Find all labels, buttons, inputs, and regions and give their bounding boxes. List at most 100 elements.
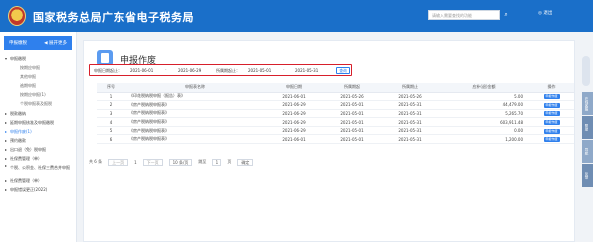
sidebar-item[interactable]: ▸ 预约缴款 <box>0 136 76 145</box>
sidebar-item-label: 延期申报核准及申报缴税 <box>10 119 54 125</box>
top-bar: 国家税务总局广东省电子税务局 请输入需要查找的功能 ⌕ ◎ 退出 <box>0 0 593 32</box>
cell-no: 1 <box>97 92 125 102</box>
declaration-table: 序号 申报表名称 申报日期 所属期起 所属期止 应补(退)金额 操作 1 《印花税纳税申报（报… <box>97 83 574 145</box>
sidebar-item[interactable]: 按期应申报 <box>0 63 76 72</box>
cell-start: 2021-05-01 <box>323 100 381 110</box>
tax-emblem-icon <box>8 6 26 26</box>
period-end-date[interactable]: 2021-05-31 <box>295 68 318 73</box>
cell-op: 申报作废 <box>529 126 574 136</box>
sidebar-item-label: 个税、公积金、社保三费合并申报 <box>10 165 70 171</box>
cell-date: 2021-06-29 <box>265 117 323 127</box>
float-tab[interactable]: 反馈 <box>582 164 593 187</box>
void-declaration-button[interactable]: 申报作废 <box>543 111 560 117</box>
period-start-date[interactable]: 2021-05-01 <box>248 68 271 73</box>
cell-date: 2021-06-01 <box>265 134 323 145</box>
page-size-select[interactable]: 10 条/页 <box>168 158 193 166</box>
table-header-row: 序号 申报表名称 申报日期 所属期起 所属期止 应补(退)金额 操作 <box>97 83 574 93</box>
goto-label: 跳至 <box>198 159 207 164</box>
sidebar-item-label: 申报缴税 <box>10 56 26 61</box>
cell-name: 《印花税纳税申报（报告）表》 <box>125 92 265 102</box>
cell-end: 2021-05-31 <box>381 109 439 119</box>
scrollbar[interactable] <box>582 56 590 86</box>
void-declaration-button[interactable]: 申报作废 <box>543 94 560 100</box>
prev-page-button[interactable]: 上一页 <box>108 158 129 166</box>
column-header: 序号 <box>97 83 125 93</box>
cell-name: 《房产税纳税申报表》 <box>125 117 265 127</box>
search-icon[interactable]: ⌕ <box>502 11 510 19</box>
cell-name: 《房产税纳税申报表》 <box>125 100 265 110</box>
sidebar: 申报缴税 ◀ 展开更多 ▾ 申报缴税 按期应申报 其他申报 逾期申报按期应申报(1) 个税… <box>0 32 77 242</box>
sidebar-item[interactable]: ▸ 申报作废(1) <box>0 127 76 136</box>
cell-no: 6 <box>97 134 125 145</box>
cell-no: 3 <box>97 109 125 119</box>
sidebar-item[interactable]: ▸ 出口退（免）税申报 <box>0 145 76 154</box>
sidebar-item[interactable]: ▸ 延期申报核准及申报缴税 <box>0 118 76 127</box>
filter-bar: 申报日期起止： 2021-06-01 - 2021-06-29 所属期起止： 2… <box>89 64 352 76</box>
sidebar-item[interactable]: 逾期申报 <box>0 81 76 90</box>
float-tab[interactable]: 帮助 <box>582 116 593 139</box>
table-row: 5 《房产税纳税申报表》 2021-06-29 2021-05-01 2021-05-3… <box>97 126 574 136</box>
main-panel: 申报作废 申报日期起止： 2021-06-01 - 2021-06-29 所属期… <box>83 40 575 242</box>
cell-op: 申报作废 <box>529 117 574 127</box>
sidebar-item[interactable]: 按期应申报(1) <box>0 90 76 99</box>
sidebar-item-label: 社保费管理（单） <box>10 156 42 162</box>
cell-op: 申报作废 <box>529 109 574 119</box>
cell-end: 2021-05-31 <box>381 117 439 127</box>
sidebar-item-label: 按期应申报(1) <box>20 92 46 98</box>
column-header: 申报日期 <box>265 83 323 93</box>
sidebar-item[interactable]: 其他申报 <box>0 72 76 81</box>
void-declaration-button[interactable]: 申报作废 <box>543 120 560 126</box>
cell-amount: 1,200.00 <box>439 134 529 145</box>
sidebar-item[interactable]: ▸ 社保费管理（单） <box>0 176 76 185</box>
table-row: 4 《房产税纳税申报表》 2021-06-29 2021-05-01 2021-05-3… <box>97 117 574 127</box>
sidebar-item[interactable]: ▸ 申报错误更正(2022) <box>0 185 76 194</box>
total-count: 共 6 条 <box>89 159 103 164</box>
sidebar-item[interactable]: ▸ 个税、公积金、社保三费合并申报 <box>0 163 76 176</box>
sidebar-item-label: 税款缴纳 <box>10 110 26 116</box>
date-separator: - <box>165 67 167 72</box>
logout-link[interactable]: ◎ 退出 <box>538 10 552 16</box>
cell-name: 《房产税纳税申报表》 <box>125 134 265 145</box>
cell-op: 申报作废 <box>529 134 574 145</box>
search-input[interactable]: 请输入需要查找的功能 <box>428 10 500 20</box>
current-page[interactable]: 1 <box>134 160 137 165</box>
cell-no: 2 <box>97 100 125 110</box>
float-tab[interactable]: 在线客服 <box>582 92 593 115</box>
sidebar-menu: ▾ 申报缴税 按期应申报 其他申报 逾期申报 按期应申报(1) 个税申报表及报税 ▸ 税款缴纳 ▸… <box>0 54 76 194</box>
declare-date-start[interactable]: 2021-06-01 <box>130 68 153 73</box>
query-button[interactable]: 查询 <box>336 67 350 74</box>
chevron-right-icon: ▸ <box>5 178 8 184</box>
goto-confirm-button[interactable]: 确定 <box>237 158 254 166</box>
cell-name: 《房产税纳税申报表》 <box>125 109 265 119</box>
sidebar-item[interactable]: 个税申报表及报税 <box>0 99 76 108</box>
table-row: 3 《房产税纳税申报表》 2021-06-29 2021-05-01 2021-05-3… <box>97 109 574 119</box>
declare-date-end[interactable]: 2021-06-29 <box>178 68 201 73</box>
sidebar-item-label: 个税申报表及报税 <box>20 101 52 107</box>
cell-op: 申报作废 <box>529 92 574 102</box>
sidebar-item[interactable]: ▸ 社保费管理（单） <box>0 154 76 163</box>
sidebar-expand-link[interactable]: ◀ 展开更多 <box>44 40 67 46</box>
float-tab[interactable]: 导航 <box>582 140 593 163</box>
void-declaration-button[interactable]: 申报作废 <box>543 137 560 143</box>
chevron-right-icon: ▸ <box>5 187 8 193</box>
chevron-right-icon: ▸ <box>5 146 8 152</box>
column-header: 申报表名称 <box>125 83 265 93</box>
sidebar-header-label: 申报缴税 <box>9 41 27 46</box>
next-page-button[interactable]: 下一页 <box>142 158 163 166</box>
sidebar-item[interactable]: ▸ 税款缴纳 <box>0 109 76 118</box>
sidebar-item-label: 申报错误更正(2022) <box>10 187 48 193</box>
chevron-right-icon: ▸ <box>5 156 8 162</box>
chevron-right-icon: ▸ <box>5 163 8 169</box>
goto-page-input[interactable]: 1 <box>212 158 222 166</box>
void-declaration-button[interactable]: 申报作废 <box>543 102 560 108</box>
cell-end: 2021-05-31 <box>381 100 439 110</box>
cell-amount: 5.00 <box>439 92 529 102</box>
void-declaration-button[interactable]: 申报作废 <box>543 128 560 134</box>
table-row: 1 《印花税纳税申报（报告）表》 2021-06-01 2021-05-26 2021-… <box>97 92 574 102</box>
cell-end: 2021-05-31 <box>381 126 439 136</box>
cell-start: 2021-05-01 <box>323 109 381 119</box>
goto-unit: 页 <box>227 159 232 164</box>
sidebar-header[interactable]: 申报缴税 ◀ 展开更多 <box>4 36 72 50</box>
cell-date: 2021-06-29 <box>265 126 323 136</box>
sidebar-item[interactable]: ▾ 申报缴税 <box>0 54 76 63</box>
